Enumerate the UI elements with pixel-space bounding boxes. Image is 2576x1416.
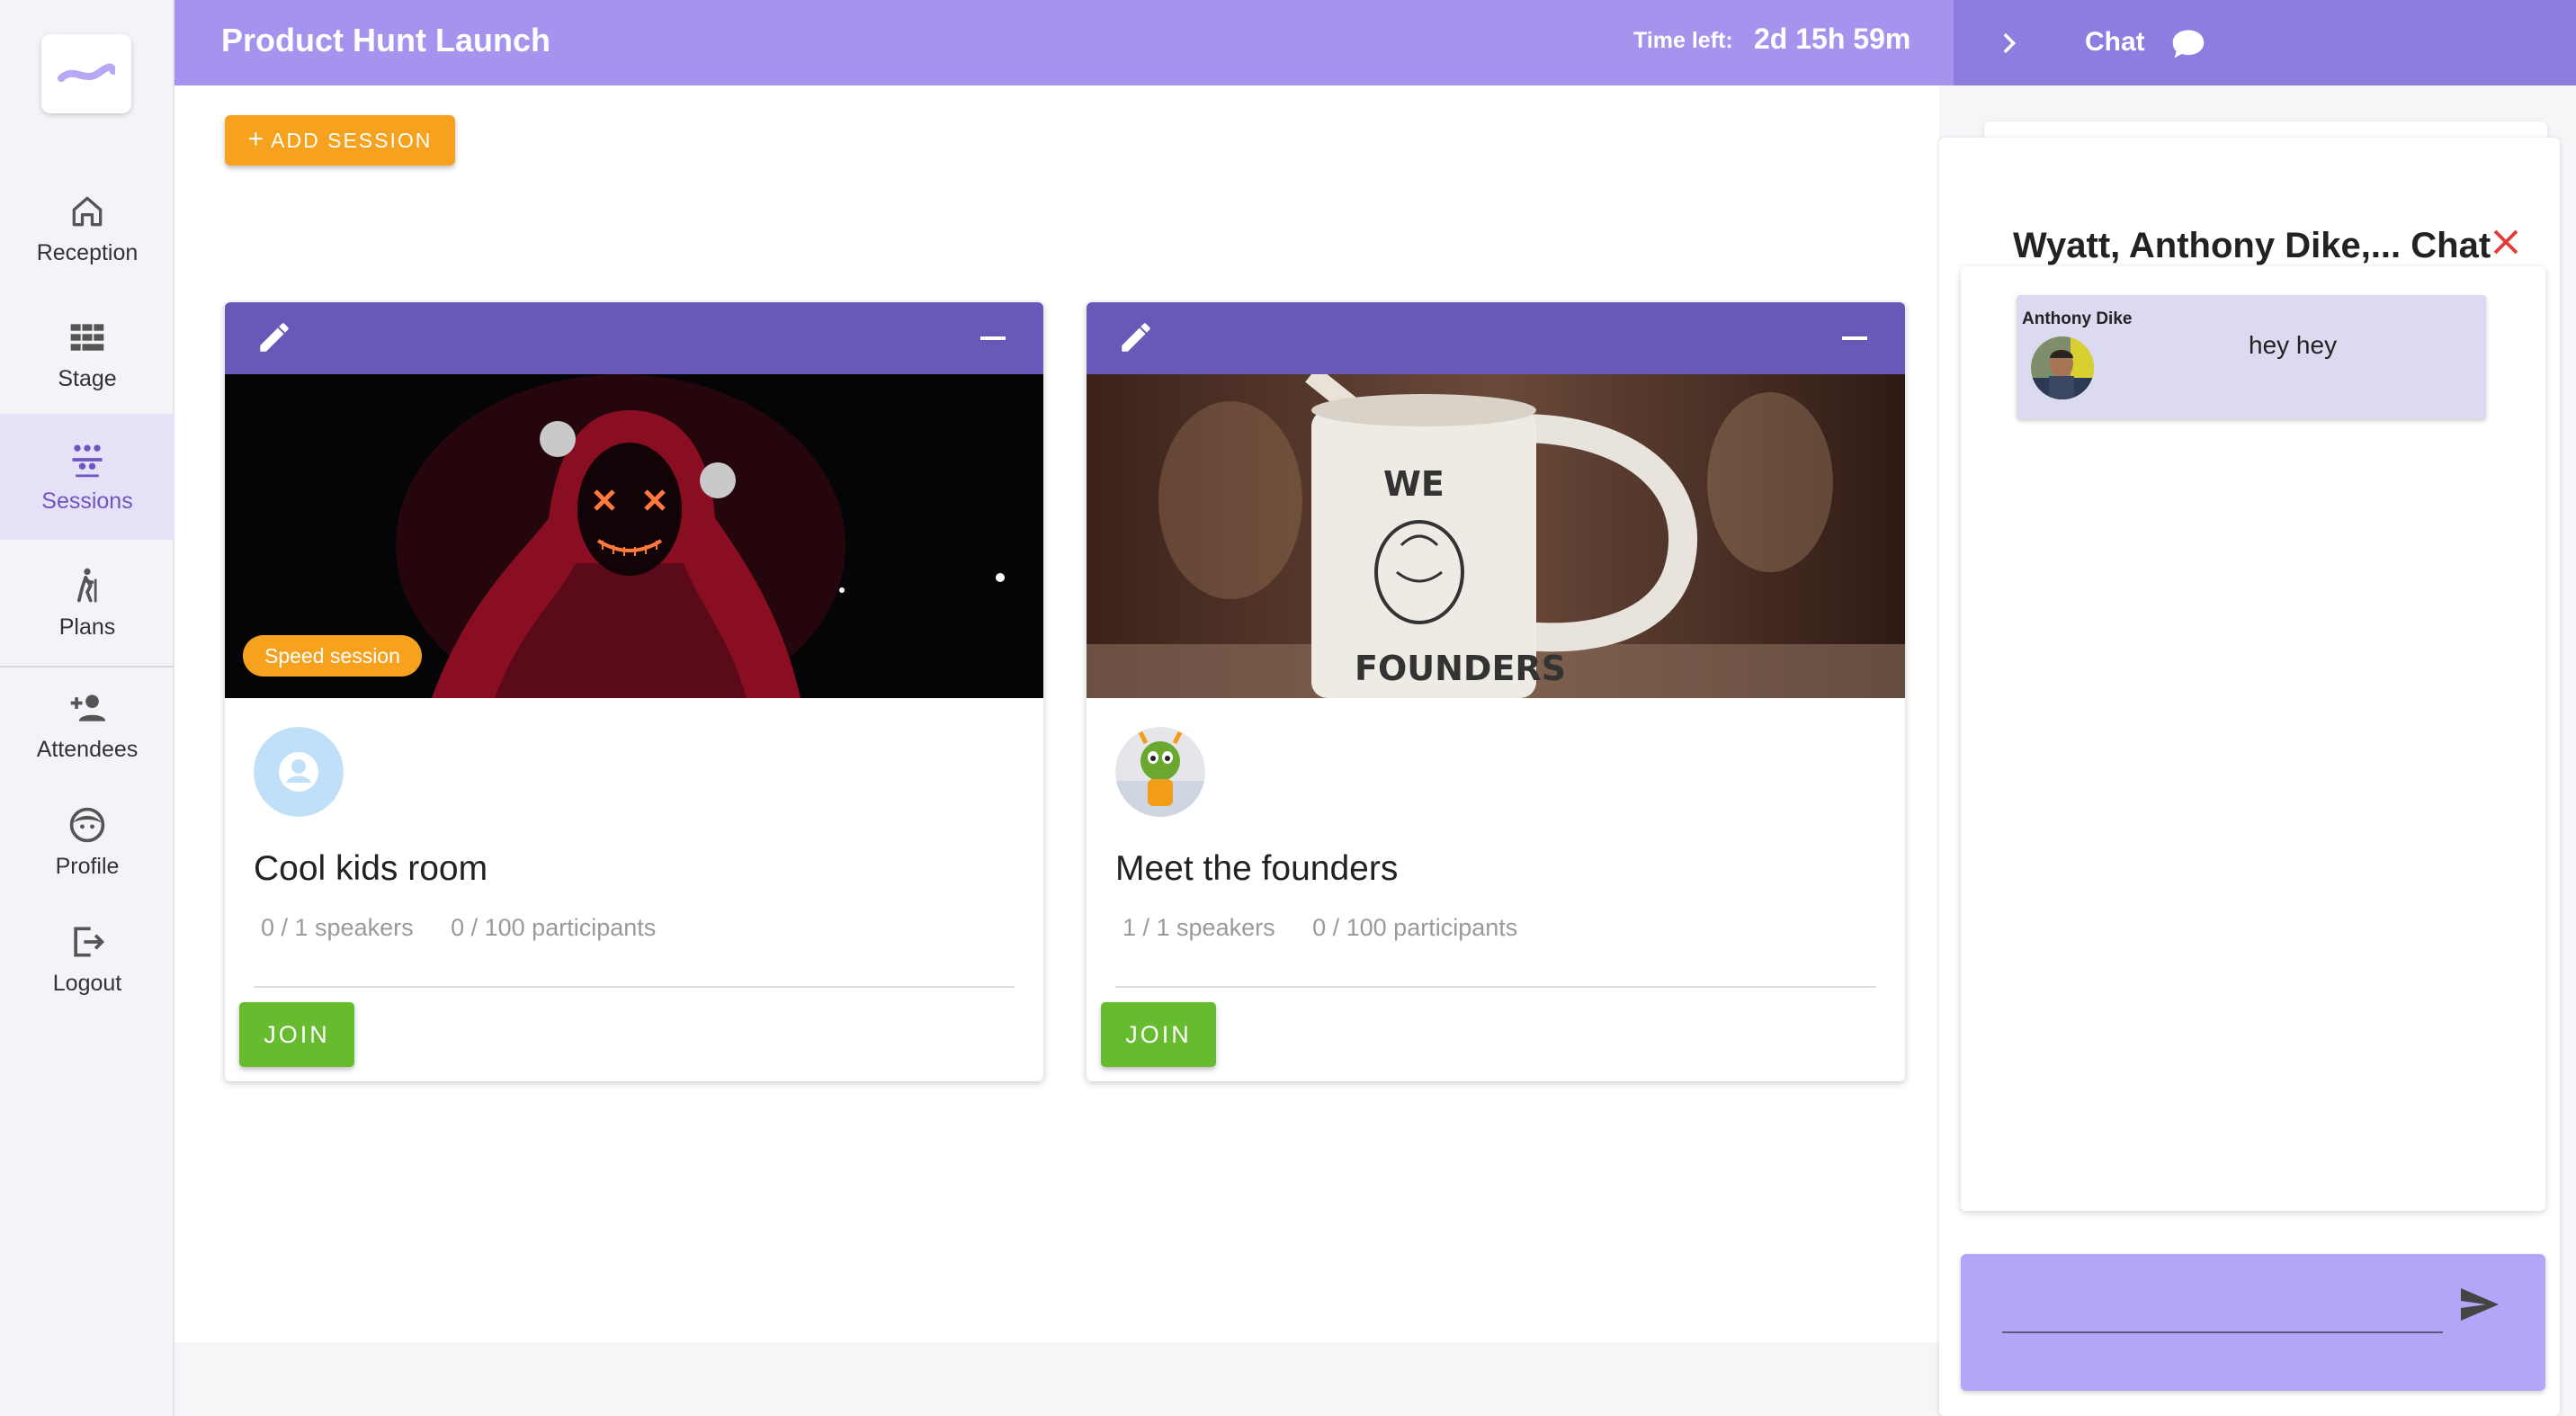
card-divider [254, 986, 1015, 988]
add-session-label: ADD SESSION [271, 128, 433, 152]
close-icon[interactable] [2490, 226, 2522, 258]
top-header: Product Hunt Launch Time left: 2d 15h 59… [174, 0, 1954, 85]
speakers-count: 1 / 1 speakers [1123, 914, 1275, 941]
event-title: Product Hunt Launch [221, 22, 550, 58]
message-sender: Anthony Dike [2022, 309, 2133, 328]
join-button[interactable]: JOIN [239, 1002, 354, 1067]
person-add-icon [70, 694, 106, 721]
edit-pencil-icon[interactable] [1117, 318, 1155, 356]
message-text: hey hey [2249, 331, 2338, 359]
sidebar-item-label: Plans [58, 614, 116, 640]
host-avatar [1115, 727, 1205, 817]
time-left-value: 2d 15h 59m [1754, 22, 1911, 55]
add-session-button[interactable]: + ADD SESSION [225, 115, 455, 166]
logout-icon [74, 927, 105, 956]
sidebar: Reception Stage Sessions Plans Attendees… [0, 0, 174, 1416]
chat-bubble-icon [2172, 30, 2205, 58]
session-card: Speed session Cool kids room 0 / 1 speak… [225, 302, 1043, 1081]
chat-title: Wyatt, Anthony Dike,... Chat [2013, 226, 2491, 265]
sidebar-item-stage[interactable]: Stage [0, 291, 174, 417]
logo-wave-icon [58, 63, 115, 82]
people-group-icon [72, 444, 103, 477]
host-avatar-placeholder [254, 727, 344, 817]
stage-grid-icon [70, 323, 104, 351]
session-title: Meet the founders [1115, 849, 1399, 888]
home-icon [72, 196, 103, 226]
mug-text-we: WE [1383, 464, 1445, 504]
main-footer-strip [174, 1342, 1954, 1416]
chat-composer [1961, 1254, 2545, 1391]
hiker-icon [77, 568, 97, 602]
chat-message: Anthony Dike hey hey [2017, 295, 2486, 419]
edit-pencil-icon[interactable] [255, 318, 293, 356]
chat-header-label: Chat [2085, 27, 2145, 57]
time-left-label: Time left: [1633, 28, 1733, 53]
speakers-count: 0 / 1 speakers [261, 914, 414, 941]
collapse-minus-icon[interactable] [1842, 336, 1867, 340]
sidebar-item-attendees[interactable]: Attendees [0, 662, 174, 788]
sidebar-item-label: Logout [52, 970, 122, 996]
sender-avatar [2031, 336, 2094, 399]
chat-messages[interactable]: Anthony Dike hey hey [1961, 266, 2545, 1211]
app-logo[interactable] [41, 34, 131, 113]
session-title: Cool kids room [254, 849, 488, 888]
send-icon[interactable] [2457, 1285, 2500, 1324]
mug-text-founders: FOUNDERS [1355, 649, 1566, 688]
sidebar-item-label: Reception [36, 239, 139, 265]
sidebar-item-reception[interactable]: Reception [0, 166, 174, 291]
speed-session-badge: Speed session [243, 635, 422, 677]
sidebar-item-label: Profile [55, 853, 120, 879]
plus-icon: + [247, 123, 266, 154]
sidebar-item-profile[interactable]: Profile [0, 779, 174, 905]
session-stats: 0 / 1 speakers 0 / 100 participants [261, 914, 656, 942]
chat-header: Chat [1954, 0, 2576, 85]
sidebar-item-logout[interactable]: Logout [0, 896, 174, 1022]
face-icon [69, 807, 105, 842]
session-stats: 1 / 1 speakers 0 / 100 participants [1123, 914, 1517, 942]
chat-message-input[interactable] [2002, 1286, 2443, 1333]
participants-count: 0 / 100 participants [1312, 914, 1518, 941]
sidebar-item-label: Sessions [41, 488, 133, 514]
chevron-right-icon[interactable] [1993, 27, 2024, 59]
participants-count: 0 / 100 participants [451, 914, 657, 941]
sidebar-item-label: Stage [58, 365, 117, 391]
sidebar-item-plans[interactable]: Plans [0, 540, 174, 666]
session-card-header [225, 302, 1043, 374]
sidebar-item-sessions[interactable]: Sessions [0, 414, 174, 540]
session-cover-image: WE FOUNDERS [1087, 374, 1905, 698]
join-button[interactable]: JOIN [1101, 1002, 1216, 1067]
card-divider [1115, 986, 1876, 988]
session-card-header [1087, 302, 1905, 374]
session-card: WE FOUNDERS Meet the founders 1 / 1 spea… [1087, 302, 1905, 1081]
collapse-minus-icon[interactable] [980, 336, 1006, 340]
sidebar-item-label: Attendees [36, 736, 139, 762]
